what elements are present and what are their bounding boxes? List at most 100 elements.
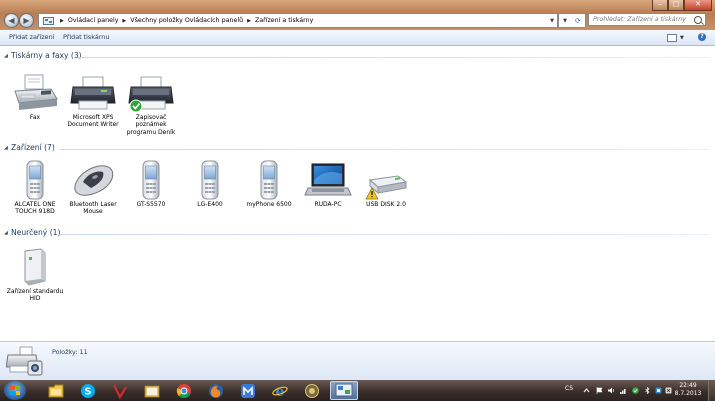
breadcrumb-control-panel[interactable]: Ovládací panely bbox=[68, 17, 119, 24]
search-input[interactable]: Prohledat: Zařízení a tiskárny bbox=[588, 13, 706, 26]
device-label: Fax bbox=[29, 114, 41, 121]
printer-icon bbox=[70, 76, 116, 110]
volume-icon[interactable] bbox=[608, 387, 615, 394]
device-label: Zařízení standardu HID bbox=[6, 288, 64, 303]
folder-icon bbox=[144, 385, 160, 397]
firefox-icon bbox=[209, 383, 223, 398]
search-icon[interactable] bbox=[694, 16, 702, 24]
device-item-alcatel[interactable]: ALCATEL ONE TOUCH 918D bbox=[5, 160, 65, 216]
taskbar-explorer[interactable] bbox=[42, 381, 70, 400]
help-button[interactable]: ? bbox=[698, 33, 706, 41]
back-button[interactable]: ◀ bbox=[4, 13, 19, 28]
refresh-icon[interactable]: ⟳ bbox=[575, 17, 581, 25]
group-title: Neurčený (1) bbox=[11, 228, 61, 237]
device-label: Microsoft XPS Document Writer bbox=[67, 114, 119, 129]
device-label: ALCATEL ONE TOUCH 918D bbox=[14, 201, 56, 216]
group-header-printers[interactable]: ◢ Tiskárny a faxy (3) bbox=[0, 51, 715, 62]
group-divider bbox=[78, 57, 709, 58]
group-header-devices[interactable]: ◢ Zařízení (7) bbox=[0, 143, 715, 154]
usb-tray-icon[interactable] bbox=[665, 387, 672, 394]
group-divider bbox=[60, 234, 709, 235]
add-device-button[interactable]: Přidat zařízení bbox=[9, 33, 54, 41]
maximize-button[interactable]: □ bbox=[668, 0, 684, 11]
start-button[interactable] bbox=[4, 381, 26, 400]
taskbar-chrome[interactable] bbox=[170, 381, 198, 400]
device-item-myphone[interactable]: myPhone 6500 bbox=[239, 160, 299, 208]
taskbar-control-panel[interactable] bbox=[330, 381, 358, 400]
search-placeholder: Prohledat: Zařízení a tiskárny bbox=[593, 16, 686, 23]
devices-and-printers-icon bbox=[6, 346, 43, 376]
language-indicator[interactable]: CS bbox=[565, 385, 573, 392]
address-bar[interactable]: ▶ Ovládací panely ▶ Všechny položky Ovlá… bbox=[38, 13, 558, 28]
taskbar-folder[interactable] bbox=[138, 381, 166, 400]
security-check-icon[interactable] bbox=[632, 387, 639, 394]
show-desktop-button[interactable] bbox=[708, 380, 715, 401]
skype-icon: S bbox=[81, 383, 95, 398]
chevron-up-icon[interactable] bbox=[583, 387, 590, 394]
change-view-button[interactable]: ▼ bbox=[667, 34, 684, 42]
chevron-down-icon[interactable]: ▼ bbox=[680, 35, 684, 41]
help-icon: ? bbox=[700, 33, 704, 40]
arrow-right-icon: ▶ bbox=[23, 16, 30, 25]
device-label: Bluetooth Laser Mouse bbox=[69, 201, 117, 216]
system-tray: CS 22:49 8.7.2013 bbox=[555, 380, 715, 401]
group-header-unspecified[interactable]: ◢ Neurčený (1) bbox=[0, 228, 715, 239]
device-item-ruda-pc[interactable]: RUDA-PC bbox=[298, 160, 358, 208]
group-title: Zařízení (7) bbox=[11, 143, 55, 152]
device-item-usb-disk[interactable]: USB DISK 2.0 bbox=[356, 160, 416, 208]
device-label: USB DISK 2.0 bbox=[366, 201, 406, 208]
taskbar-app[interactable] bbox=[298, 381, 326, 400]
mouse-icon bbox=[74, 165, 114, 196]
breadcrumb-separator: ▶ bbox=[247, 17, 251, 24]
maxthon-icon bbox=[241, 383, 255, 398]
close-button[interactable]: ✕ bbox=[684, 0, 712, 11]
clock[interactable]: 22:49 8.7.2013 bbox=[673, 382, 703, 398]
clock-time: 22:49 bbox=[679, 382, 697, 389]
window-title-bar: – □ ✕ ◀ ▶ ▶ Ovládací panely ▶ Všechny po… bbox=[0, 0, 715, 30]
device-label: RUDA-PC bbox=[314, 201, 342, 208]
item-count: Položky: 11 bbox=[52, 348, 88, 356]
svg-text:e: e bbox=[276, 384, 285, 399]
device-item-journal-writer[interactable]: Zapisovač poznámek programu Deník bbox=[121, 73, 181, 136]
add-printer-button[interactable]: Přidat tiskárnu bbox=[63, 33, 109, 41]
collapse-triangle-icon[interactable]: ◢ bbox=[4, 230, 8, 236]
device-item-gt-s5570[interactable]: GT-S5570 bbox=[121, 160, 181, 208]
taskbar-ie[interactable]: e bbox=[266, 381, 294, 400]
taskbar-maxthon[interactable] bbox=[234, 381, 262, 400]
history-dropdown-icon[interactable]: ▼ bbox=[563, 18, 567, 24]
mobile-phone-icon bbox=[201, 160, 219, 200]
taskbar-skype[interactable]: S bbox=[74, 381, 102, 400]
usb-drive-warning-icon bbox=[365, 175, 408, 200]
breadcrumb-separator: ▶ bbox=[122, 17, 127, 24]
app-tray-icon[interactable] bbox=[655, 387, 662, 394]
fax-icon bbox=[14, 74, 58, 110]
collapse-triangle-icon[interactable]: ◢ bbox=[4, 53, 8, 59]
device-item-hid[interactable]: Zařízení standardu HID bbox=[5, 247, 65, 303]
chevron-down-icon[interactable]: ▼ bbox=[550, 18, 554, 24]
breadcrumb-devices-printers[interactable]: Zařízení a tiskárny bbox=[255, 17, 313, 24]
laptop-icon bbox=[304, 163, 352, 196]
device-item-xps-writer[interactable]: Microsoft XPS Document Writer bbox=[63, 73, 123, 129]
collapse-triangle-icon[interactable]: ◢ bbox=[4, 145, 8, 151]
breadcrumb-separator: ▶ bbox=[60, 17, 64, 24]
network-icon[interactable] bbox=[620, 387, 627, 394]
group-title: Tiskárny a faxy (3) bbox=[11, 51, 82, 60]
forward-button[interactable]: ▶ bbox=[19, 13, 34, 28]
bluetooth-icon[interactable] bbox=[644, 387, 651, 394]
device-item-lg-e400[interactable]: LG-E400 bbox=[180, 160, 240, 208]
printer-default-icon bbox=[128, 76, 174, 113]
action-center-flag-icon[interactable] bbox=[596, 387, 603, 394]
mobile-phone-icon bbox=[260, 160, 278, 200]
device-item-bt-mouse[interactable]: Bluetooth Laser Mouse bbox=[63, 160, 123, 216]
internet-explorer-icon: e bbox=[272, 384, 288, 399]
device-label: LG-E400 bbox=[197, 201, 223, 208]
minimize-button[interactable]: – bbox=[652, 0, 668, 11]
breadcrumb-all-items[interactable]: Všechny položky Ovládacích panelů bbox=[130, 17, 243, 24]
taskbar-firefox[interactable] bbox=[202, 381, 230, 400]
device-item-fax[interactable]: Fax bbox=[5, 73, 65, 121]
control-panel-icon bbox=[42, 16, 54, 25]
hid-device-icon bbox=[24, 248, 46, 286]
taskbar-app-red[interactable] bbox=[106, 381, 134, 400]
windows-logo-icon bbox=[10, 386, 20, 395]
mobile-phone-icon bbox=[142, 160, 160, 200]
